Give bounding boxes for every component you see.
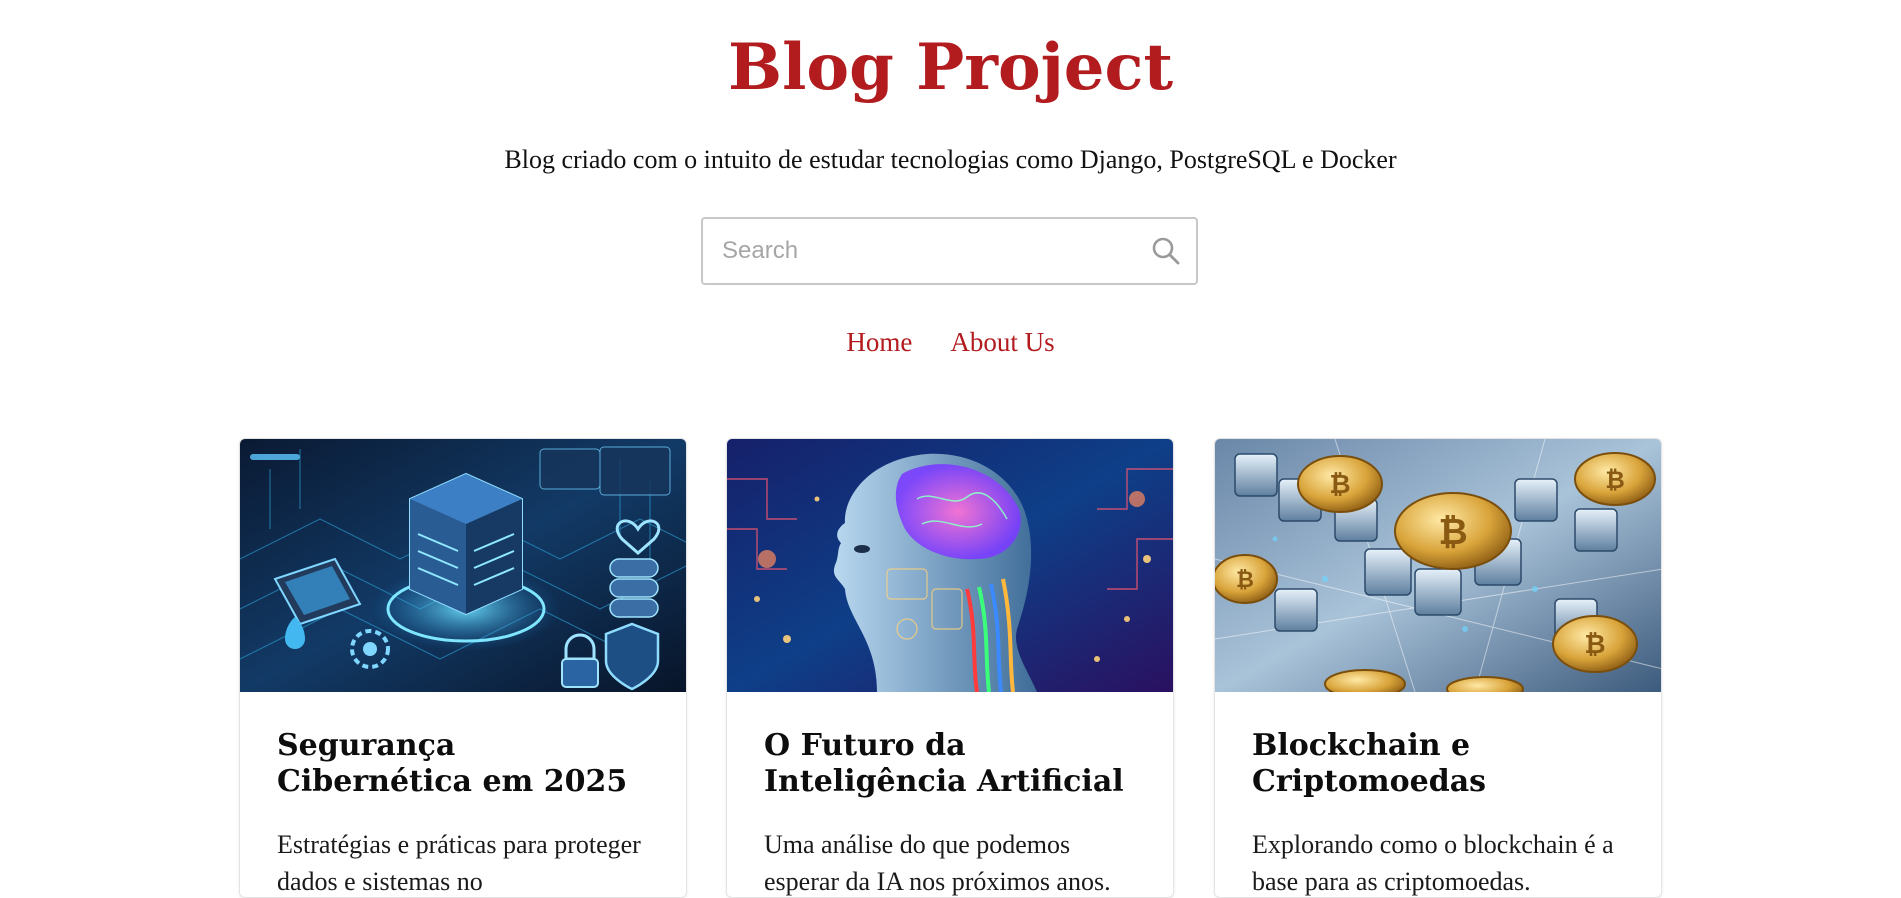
nav-about-link[interactable]: About Us xyxy=(950,325,1054,359)
post-image-blockchain[interactable]: ₿ ₿ ₿ ₿ ₿ xyxy=(1215,439,1661,692)
post-image-cybersecurity[interactable] xyxy=(240,439,686,692)
nav-home-link[interactable]: Home xyxy=(846,325,912,359)
search-icon xyxy=(1152,237,1180,265)
svg-text:₿: ₿ xyxy=(1236,568,1254,593)
main-nav: Home About Us xyxy=(0,325,1901,359)
site-title[interactable]: Blog Project xyxy=(0,26,1901,110)
post-card: O Futuro da Inteligência Artificial Uma … xyxy=(726,438,1174,898)
post-card-body: O Futuro da Inteligência Artificial Uma … xyxy=(727,692,1173,897)
site-subtitle: Blog criado com o intuito de estudar tec… xyxy=(504,145,1397,174)
post-excerpt: Explorando como o blockchain é a base pa… xyxy=(1252,830,1614,896)
post-card: Segurança Cibernética em 2025 Estratégia… xyxy=(239,438,687,898)
ai-head-illustration xyxy=(727,439,1173,692)
post-list: Segurança Cibernética em 2025 Estratégia… xyxy=(239,438,1662,898)
search-input[interactable] xyxy=(703,219,1123,283)
search-button[interactable] xyxy=(1150,235,1182,267)
post-excerpt: Estratégias e práticas para proteger dad… xyxy=(277,830,641,896)
search-form xyxy=(701,217,1198,285)
svg-text:₿: ₿ xyxy=(1329,470,1350,500)
post-card-body: Segurança Cibernética em 2025 Estratégia… xyxy=(240,692,686,897)
bitcoin-blockchain-illustration: ₿ ₿ ₿ ₿ ₿ xyxy=(1215,439,1661,692)
post-title: Segurança Cibernética em 2025 xyxy=(277,728,650,800)
svg-text:₿: ₿ xyxy=(1438,512,1467,553)
blog-page: Blog Project Blog criado com o intuito d… xyxy=(0,0,1901,898)
svg-text:₿: ₿ xyxy=(1584,630,1605,660)
post-title: Blockchain e Criptomoedas xyxy=(1252,728,1625,800)
cybersecurity-illustration xyxy=(240,439,686,692)
post-title-link[interactable]: O Futuro da Inteligência Artificial xyxy=(764,728,1124,799)
post-title-link[interactable]: Blockchain e Criptomoedas xyxy=(1252,728,1486,799)
post-title-link[interactable]: Segurança Cibernética em 2025 xyxy=(277,728,627,799)
post-card: ₿ ₿ ₿ ₿ ₿ Blockchain e Criptomoedas Expl… xyxy=(1214,438,1662,898)
post-excerpt: Uma análise do que podemos esperar da IA… xyxy=(764,830,1111,896)
post-card-body: Blockchain e Criptomoedas Explorando com… xyxy=(1215,692,1661,897)
post-image-ai[interactable] xyxy=(727,439,1173,692)
post-title: O Futuro da Inteligência Artificial xyxy=(764,728,1137,800)
svg-text:₿: ₿ xyxy=(1605,466,1625,494)
